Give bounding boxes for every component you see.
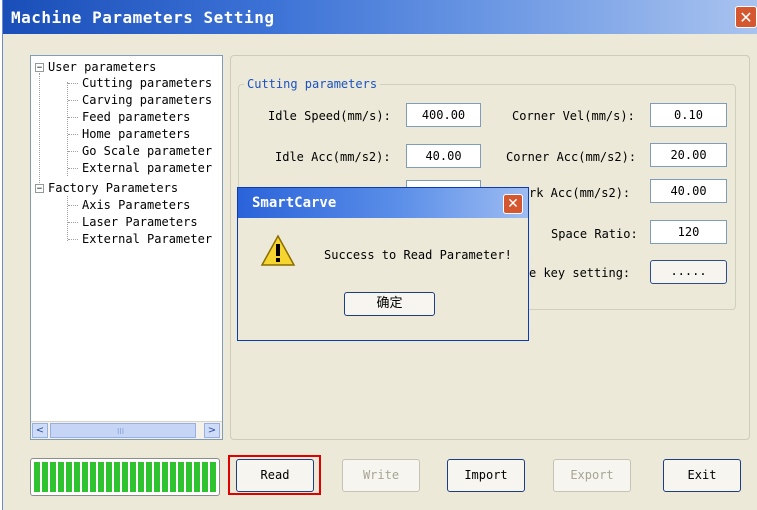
progress-fill bbox=[34, 462, 216, 492]
ok-button[interactable]: 确定 bbox=[344, 292, 435, 316]
corner-vel-label: Corner Vel(mm/s): bbox=[512, 109, 635, 123]
corner-acc-field[interactable]: 20.00 bbox=[650, 143, 727, 167]
tree-group-label: Factory Parameters bbox=[48, 181, 179, 195]
tree-connector bbox=[39, 73, 40, 193]
window-title: Machine Parameters Setting bbox=[11, 8, 275, 27]
scroll-left-icon[interactable]: < bbox=[32, 423, 48, 438]
grip-icon: III bbox=[117, 427, 125, 436]
idle-acc-field[interactable]: 40.00 bbox=[406, 144, 481, 168]
dialog-message: Success to Read Parameter! bbox=[324, 248, 512, 262]
tree-item-home-parameters[interactable]: Home parameters bbox=[82, 126, 190, 142]
corner-vel-field[interactable]: 0.10 bbox=[650, 103, 727, 127]
exit-button[interactable]: Exit bbox=[663, 459, 741, 492]
key-setting-label: e key setting: bbox=[529, 266, 631, 280]
smartcarve-dialog: SmartCarve ✕ Success to Read Parameter! … bbox=[237, 187, 529, 341]
key-setting-button[interactable]: ..... bbox=[650, 260, 727, 284]
idle-speed-label: Idle Speed(mm/s): bbox=[268, 109, 391, 123]
progress-bar bbox=[30, 458, 220, 496]
tree-group-label: User parameters bbox=[48, 60, 157, 74]
tree-connector bbox=[67, 196, 68, 241]
work-acc-label: rk Acc(mm/s2): bbox=[529, 186, 631, 200]
group-title: Cutting parameters bbox=[244, 77, 381, 91]
tree-item-feed-parameters[interactable]: Feed parameters bbox=[82, 109, 190, 125]
tree-connector bbox=[67, 82, 68, 176]
idle-acc-label: Idle Acc(mm/s2): bbox=[275, 150, 391, 164]
dialog-close-button[interactable]: ✕ bbox=[503, 194, 523, 214]
tree-item-cutting-parameters[interactable]: Cutting parameters bbox=[82, 75, 212, 91]
tree-item-laser-parameters[interactable]: Laser Parameters bbox=[82, 214, 198, 230]
space-ratio-label: Space Ratio: bbox=[551, 227, 638, 241]
import-button[interactable]: Import bbox=[447, 459, 525, 492]
dialog-title: SmartCarve bbox=[252, 195, 337, 211]
write-button[interactable]: Write bbox=[342, 459, 420, 492]
parameter-tree[interactable]: − User parameters Cutting parameters Car… bbox=[30, 55, 223, 440]
read-button[interactable]: Read bbox=[236, 459, 314, 492]
window-titlebar[interactable]: Machine Parameters Setting ✕ bbox=[3, 0, 757, 34]
tree-item-go-scale-parameter[interactable]: Go Scale parameter bbox=[82, 143, 212, 159]
tree-item-external-parameter[interactable]: External parameter bbox=[82, 160, 212, 176]
tree-horizontal-scrollbar[interactable]: < III > bbox=[31, 421, 222, 439]
tree-item-axis-parameters[interactable]: Axis Parameters bbox=[82, 197, 190, 213]
idle-speed-field[interactable]: 400.00 bbox=[406, 103, 481, 127]
scroll-thumb[interactable]: III bbox=[50, 423, 196, 438]
scroll-right-icon[interactable]: > bbox=[204, 423, 220, 438]
window-close-button[interactable]: ✕ bbox=[735, 6, 757, 28]
corner-acc-label: Corner Acc(mm/s2): bbox=[506, 150, 637, 164]
collapse-icon[interactable]: − bbox=[35, 184, 44, 194]
tree-item-external-parameter-factory[interactable]: External Parameter bbox=[82, 231, 212, 247]
space-ratio-field[interactable]: 120 bbox=[650, 220, 727, 244]
collapse-icon[interactable]: − bbox=[35, 63, 44, 73]
tree-item-carving-parameters[interactable]: Carving parameters bbox=[82, 92, 212, 108]
warning-icon bbox=[260, 234, 296, 266]
export-button[interactable]: Export bbox=[553, 459, 631, 492]
work-acc-field[interactable]: 40.00 bbox=[650, 179, 727, 203]
dialog-titlebar[interactable]: SmartCarve ✕ bbox=[238, 188, 528, 218]
